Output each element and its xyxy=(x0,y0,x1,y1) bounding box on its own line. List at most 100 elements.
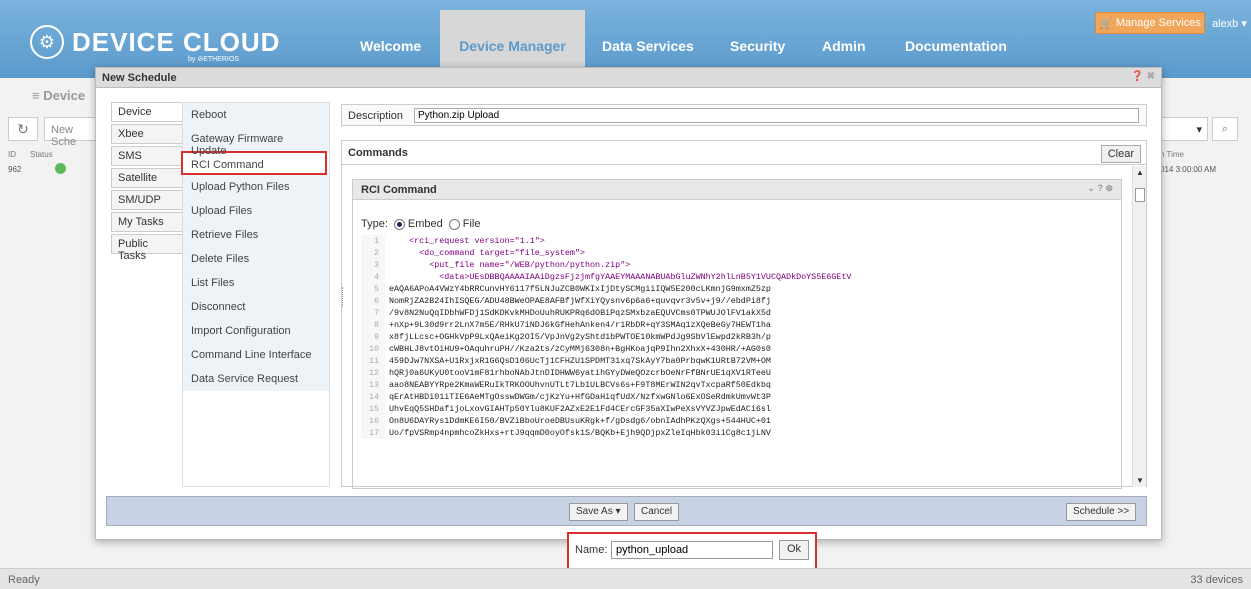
collapse-icon[interactable]: ⌄ xyxy=(1087,183,1095,193)
tab-satellite[interactable]: Satellite xyxy=(111,168,183,188)
tab-device[interactable]: Device xyxy=(111,102,185,122)
nav-admin[interactable]: Admin xyxy=(822,38,866,54)
nav-data-services[interactable]: Data Services xyxy=(602,38,694,54)
tab-public-tasks[interactable]: Public Tasks xyxy=(111,234,183,262)
file-label: File xyxy=(462,218,481,230)
brand-by: by ⊘ETHERIOS xyxy=(188,56,239,63)
task-disconnect[interactable]: Disconnect xyxy=(183,295,329,319)
line-text: <rci_request version="1.1"> xyxy=(389,236,545,246)
manage-services-label: Manage Services xyxy=(1115,17,1201,29)
new-schedule-dialog: New Schedule ❓ ✖ Device Xbee SMS Satelli… xyxy=(95,67,1162,540)
embed-radio[interactable] xyxy=(393,218,405,230)
scroll-down-icon[interactable]: ▼ xyxy=(1136,476,1144,485)
line-text: cWBHLJ8vtOiHU9+OAquhruPH//Kza2ts/zCyMMj6… xyxy=(389,344,771,354)
background-select[interactable]: ▾ xyxy=(1160,117,1208,141)
line-number: 5 xyxy=(361,283,385,295)
name-input[interactable] xyxy=(611,541,773,559)
task-list-files[interactable]: List Files xyxy=(183,271,329,295)
line-text: x8fjLLcsc+OGHkVpP9LxQAeiKg2OI5/VpJnVg2yS… xyxy=(389,332,771,342)
tab-smudp[interactable]: SM/UDP xyxy=(111,190,183,210)
commands-panel: Commands Clear RCI Command ⌄ ? ⊗ Type: E… xyxy=(341,140,1147,489)
commands-label: Commands xyxy=(348,147,408,159)
nav-security[interactable]: Security xyxy=(730,38,785,54)
line-text: <put_file name="/WEB/python/python.zip"> xyxy=(389,260,631,270)
commands-header: Commands Clear xyxy=(342,141,1146,165)
name-label: Name: xyxy=(575,544,608,556)
help-icon[interactable]: ? xyxy=(1097,183,1103,193)
task-reboot[interactable]: Reboot xyxy=(183,103,329,127)
status-bar: Ready 33 devices xyxy=(0,568,1251,589)
task-command-line-interface[interactable]: Command Line Interface xyxy=(183,343,329,367)
task-upload-files[interactable]: Upload Files xyxy=(183,199,329,223)
search-icon[interactable]: ⌕ xyxy=(1212,117,1238,141)
line-number: 17 xyxy=(361,427,385,439)
line-text: aao8NEABYYRpe2KmaWERuIkTRKOOUhvnUTLt7Lb1… xyxy=(389,380,771,390)
line-number: 13 xyxy=(361,379,385,391)
schedule-button[interactable]: Schedule >> xyxy=(1066,503,1137,521)
task-import-configuration[interactable]: Import Configuration xyxy=(183,319,329,343)
task-retrieve-files[interactable]: Retrieve Files xyxy=(183,223,329,247)
nav-welcome[interactable]: Welcome xyxy=(360,38,421,54)
ok-button[interactable]: Ok xyxy=(779,540,810,560)
description-label: Description xyxy=(348,110,404,122)
file-radio[interactable] xyxy=(448,218,460,230)
dialog-title: New Schedule xyxy=(102,72,177,84)
cancel-button[interactable]: Cancel xyxy=(634,503,680,521)
line-text: <data>UEsDBBQAAAAIAAiDgzsFjzjmfgYAAEYMAA… xyxy=(389,272,852,282)
dialog-title-bar: New Schedule ❓ ✖ xyxy=(96,68,1161,88)
line-text: Uo/fpVSRmp4npmhcoZkHxs+rtJ9qqmD0oyOfsk1S… xyxy=(389,428,771,438)
close-icon[interactable]: ✖ xyxy=(1147,71,1155,82)
code-line: 10 cWBHLJ8vtOiHU9+OAquhruPH//Kza2ts/zCyMM… xyxy=(361,343,1121,355)
column-id: ID xyxy=(8,150,16,159)
tab-xbee[interactable]: Xbee xyxy=(111,124,183,144)
row-time: 014 3:00:00 AM xyxy=(1160,165,1217,174)
line-number: 14 xyxy=(361,391,385,403)
code-line: 14 qErAtHBDi01iTIE6AeMTgOsswDWGm/cjKzYu+H… xyxy=(361,391,1121,403)
line-number: 3 xyxy=(361,259,385,271)
scroll-thumb[interactable] xyxy=(1135,188,1145,202)
task-upload-python-files[interactable]: Upload Python Files xyxy=(183,175,329,199)
commands-scrollbar[interactable]: ▲ ▼ xyxy=(1132,166,1146,487)
rci-command-panel: RCI Command ⌄ ? ⊗ Type: Embed File 1 <rc… xyxy=(352,179,1122,489)
background-new-schedule-button[interactable]: New Sche xyxy=(44,117,99,148)
tab-my-tasks[interactable]: My Tasks xyxy=(111,212,183,232)
brand-logo[interactable]: ⚙ DEVICE CLOUD by ⊘ETHERIOS xyxy=(30,25,280,63)
save-as-button[interactable]: Save As ▾ xyxy=(569,503,628,521)
help-icon[interactable]: ❓ xyxy=(1131,71,1143,82)
code-line: 17 Uo/fpVSRmp4npmhcoZkHxs+rtJ9qqmD0oyOfsk… xyxy=(361,427,1121,439)
task-gateway-firmware-update[interactable]: Gateway Firmware Update xyxy=(183,127,329,157)
line-number: 15 xyxy=(361,403,385,415)
user-menu[interactable]: alexb ▾ xyxy=(1212,17,1247,30)
cloud-gear-icon: ⚙ xyxy=(30,25,64,59)
code-line: 13 aao8NEABYYRpe2KmaWERuIkTRKOOUhvnUTLt7L… xyxy=(361,379,1121,391)
line-text: NomRjZA2B24IhISQEG/ADU48BWeOPAE8AFBfjWfX… xyxy=(389,296,771,306)
type-label: Type: xyxy=(361,218,388,230)
status-ok-icon xyxy=(55,163,66,174)
remove-icon[interactable]: ⊗ xyxy=(1105,183,1113,193)
row-id: 962 xyxy=(8,165,22,174)
code-line: 1 <rci_request version="1.1"> xyxy=(361,235,1121,247)
code-line: 2 <do_command target="file_system"> xyxy=(361,247,1121,259)
code-line: 16 On8U6DAYRys1DdmKE6I50/BVZiBboUroeDBUsu… xyxy=(361,415,1121,427)
line-number: 11 xyxy=(361,355,385,367)
nav-documentation[interactable]: Documentation xyxy=(905,38,1007,54)
column-status: Status xyxy=(30,150,53,159)
manage-services-button[interactable]: 🛒 Manage Services xyxy=(1095,12,1205,34)
line-text: /9v8N2NuQqIDbhWFDj1SdKDKvkMHDoUuhRUKPRq6… xyxy=(389,308,771,318)
code-line: 7/9v8N2NuQqIDbhWFDj1SdKDKvkMHDoUuhRUKPRq… xyxy=(361,307,1121,319)
description-input[interactable] xyxy=(414,108,1139,123)
task-data-service-request[interactable]: Data Service Request xyxy=(183,367,329,391)
task-category-tabs: Device Xbee SMS Satellite SM/UDP My Task… xyxy=(111,102,185,262)
code-editor[interactable]: 1 <rci_request version="1.1"> 2 <do_comma… xyxy=(361,235,1121,488)
line-number: 10 xyxy=(361,343,385,355)
code-line: 6 NomRjZA2B24IhISQEG/ADU48BWeOPAE8AFBfjWf… xyxy=(361,295,1121,307)
type-row: Type: Embed File xyxy=(361,218,481,230)
refresh-icon[interactable]: ↻ xyxy=(8,117,38,141)
task-delete-files[interactable]: Delete Files xyxy=(183,247,329,271)
dialog-footer: Save As ▾ Cancel Schedule >> xyxy=(106,496,1147,526)
description-row: Description xyxy=(341,104,1147,126)
tab-sms[interactable]: SMS xyxy=(111,146,183,166)
clear-button[interactable]: Clear xyxy=(1100,145,1141,163)
scroll-up-icon[interactable]: ▲ xyxy=(1136,168,1144,177)
line-text: 459DJw7NXSA+U1RxjxR1G6QsD106UcTj1CFHZU1S… xyxy=(389,356,771,366)
